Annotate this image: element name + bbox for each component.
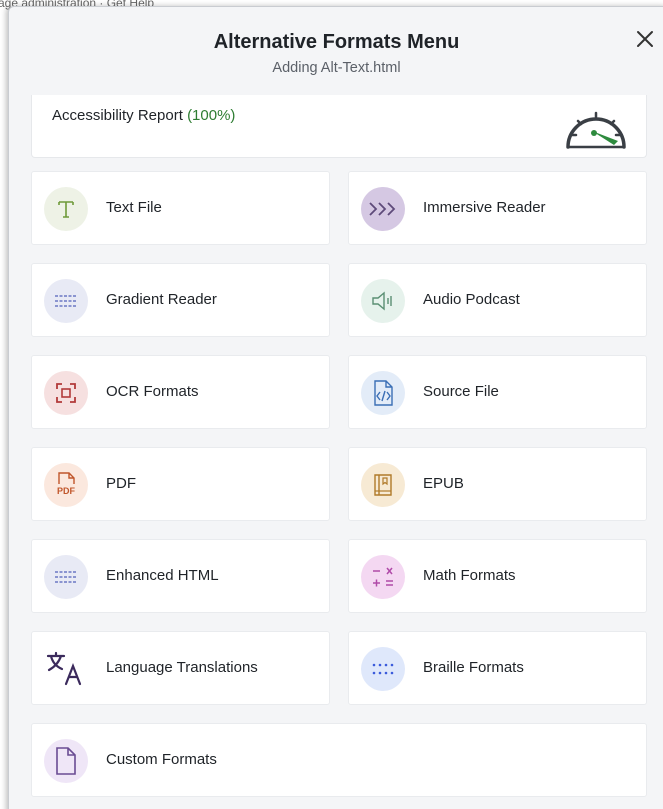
format-icon-wrap (361, 647, 405, 691)
format-icon-wrap (361, 555, 405, 599)
format-icon-wrap (361, 463, 405, 507)
format-label: Gradient Reader (106, 291, 217, 308)
scan-frame-icon (56, 383, 76, 403)
text-t-icon (58, 201, 74, 218)
code-file-icon (374, 380, 393, 406)
format-label: Source File (423, 383, 499, 400)
format-label: Braille Formats (423, 659, 524, 676)
close-icon (637, 31, 653, 47)
speaker-icon (372, 291, 392, 311)
format-card-braille-formats[interactable]: Braille Formats (348, 631, 647, 705)
format-card-ocr-formats[interactable]: OCR Formats (31, 355, 330, 429)
format-label: Audio Podcast (423, 291, 520, 308)
pdf-file-icon: PDF (57, 472, 76, 496)
format-label: Immersive Reader (423, 199, 546, 216)
book-icon (374, 474, 392, 496)
alternative-formats-dialog: Alternative Formats Menu Adding Alt-Text… (8, 6, 663, 809)
dialog-title: Alternative Formats Menu (213, 31, 460, 53)
format-label: OCR Formats (106, 383, 199, 400)
format-label: EPUB (423, 475, 464, 492)
gradient-lines-icon (55, 295, 77, 307)
format-card-audio-podcast[interactable]: Audio Podcast (348, 263, 647, 337)
format-icon-wrap: PDF (44, 463, 88, 507)
accessibility-report-text: Accessibility Report (100%) (52, 107, 235, 124)
format-card-custom-formats[interactable]: Custom Formats (31, 723, 647, 797)
pdf-icon-text: PDF (57, 486, 76, 496)
format-icon-wrap (44, 647, 88, 691)
lines-icon (55, 571, 77, 583)
accessibility-score: (100%) (187, 107, 236, 124)
format-label: Math Formats (423, 567, 516, 584)
format-card-source-file[interactable]: Source File (348, 355, 647, 429)
format-icon-wrap (361, 279, 405, 323)
format-card-enhanced-html[interactable]: Enhanced HTML (31, 539, 330, 613)
format-icon-wrap (44, 371, 88, 415)
format-card-epub[interactable]: EPUB (348, 447, 647, 521)
close-button[interactable] (633, 27, 657, 51)
format-card-language-translations[interactable]: Language Translations (31, 631, 330, 705)
format-label: PDF (106, 475, 136, 492)
accessibility-report-label: Accessibility Report (52, 107, 183, 124)
format-card-gradient-reader[interactable]: Gradient Reader (31, 263, 330, 337)
format-label: Text File (106, 199, 162, 216)
format-label: Custom Formats (106, 751, 217, 768)
braille-dots-icon (372, 663, 394, 675)
format-icon-wrap (44, 187, 88, 231)
blank-file-icon (56, 747, 76, 775)
dialog-subtitle: Adding Alt-Text.html (272, 60, 401, 76)
format-label: Enhanced HTML (106, 567, 219, 584)
translate-icon (46, 651, 82, 686)
math-symbols-icon (373, 567, 393, 587)
format-icon-wrap (44, 555, 88, 599)
accessibility-report[interactable]: Accessibility Report (100%) (31, 95, 647, 158)
format-icon-wrap (361, 371, 405, 415)
format-card-pdf[interactable]: PDF PDF (31, 447, 330, 521)
chevrons-right-icon (369, 202, 396, 216)
format-card-immersive-reader[interactable]: Immersive Reader (348, 171, 647, 245)
format-icon-wrap (44, 279, 88, 323)
format-icon-wrap (361, 187, 405, 231)
format-label: Language Translations (106, 659, 258, 676)
format-icon-wrap (44, 739, 88, 783)
gauge-icon (566, 111, 626, 149)
format-card-math-formats[interactable]: Math Formats (348, 539, 647, 613)
dialog-header: Alternative Formats Menu Adding Alt-Text… (9, 7, 663, 95)
format-card-text-file[interactable]: Text File (31, 171, 330, 245)
